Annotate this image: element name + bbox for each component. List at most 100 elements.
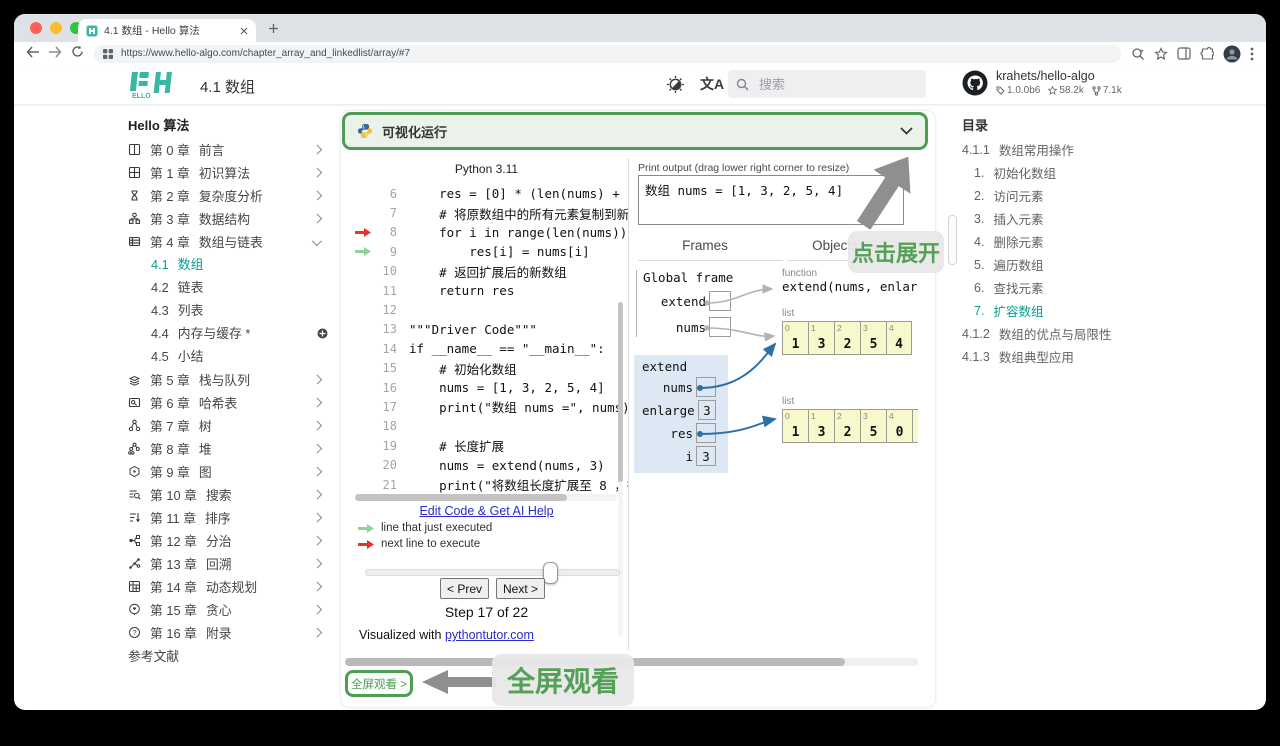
sidebar-item-ch12[interactable]: 第 12 章分治 bbox=[128, 529, 328, 552]
array-table-icon bbox=[128, 234, 143, 249]
sidebar-item-ch6[interactable]: 第 6 章哈希表 bbox=[128, 391, 328, 414]
toc-item-4-1-3[interactable]: 4.1.3 数组典型应用 bbox=[962, 345, 1192, 368]
chevron-down-icon[interactable] bbox=[900, 127, 913, 135]
lens-search-icon[interactable] bbox=[1131, 47, 1145, 61]
site-info-icon[interactable] bbox=[102, 48, 114, 60]
github-icon bbox=[962, 70, 988, 95]
toc-item-4-1-2[interactable]: 4.1.2 数组的优点与局限性 bbox=[962, 322, 1192, 345]
tab-close-icon[interactable] bbox=[240, 27, 248, 35]
sidebar-title: Hello 算法 bbox=[128, 118, 190, 133]
address-bar[interactable]: https://www.hello-algo.com/chapter_array… bbox=[94, 44, 1121, 63]
sidebar-item-ch15[interactable]: 第 15 章贪心 bbox=[128, 598, 328, 621]
theme-toggle-icon[interactable] bbox=[666, 75, 685, 94]
fullscreen-button[interactable]: 全屏观看 > bbox=[345, 670, 413, 697]
sidebar-item-ch3[interactable]: 第 3 章数据结构 bbox=[128, 207, 328, 230]
github-repo-link[interactable]: krahets/hello-algo 1.0.0b6 58.2k 7.1k bbox=[962, 69, 1122, 96]
code-horizontal-scrollbar[interactable] bbox=[355, 494, 617, 501]
column-divider bbox=[628, 158, 629, 650]
search-box[interactable] bbox=[728, 70, 926, 98]
list-cell: 40 bbox=[886, 409, 912, 443]
code-vertical-scrollbar[interactable] bbox=[618, 302, 623, 637]
browser-tab[interactable]: 4.1 数组 - Hello 算法 bbox=[78, 19, 256, 42]
forward-icon[interactable] bbox=[44, 45, 66, 63]
url-text: https://www.hello-algo.com/chapter_array… bbox=[121, 48, 411, 59]
sidebar-item-references[interactable]: 参考文献 bbox=[128, 644, 328, 667]
back-icon[interactable] bbox=[22, 45, 44, 63]
sidebar-item-ch4[interactable]: 第 4 章数组与链表 bbox=[128, 230, 328, 253]
sidebar-item-4-2[interactable]: 4.2 链表 bbox=[128, 276, 328, 299]
sidebar-item-ch0[interactable]: 第 0 章前言 bbox=[128, 138, 328, 161]
paid-badge-icon bbox=[317, 328, 328, 339]
sidebar-item-ch10[interactable]: 第 10 章搜索 bbox=[128, 483, 328, 506]
pythontutor-link[interactable]: pythontutor.com bbox=[445, 628, 534, 642]
toc-item-3[interactable]: 3. 插入元素 bbox=[962, 207, 1192, 230]
translate-icon[interactable]: 文A bbox=[700, 74, 724, 94]
sidebar-item-ch1[interactable]: 第 1 章初识算法 bbox=[128, 161, 328, 184]
sidebar-item-ch13[interactable]: 第 13 章回溯 bbox=[128, 552, 328, 575]
next-button[interactable]: Next > bbox=[496, 578, 545, 599]
code-line: 15 # 初始化数组 bbox=[382, 361, 517, 377]
chapter-sidebar: Hello 算法 第 0 章前言 第 1 章初识算法 第 2 章复杂度分析 第 … bbox=[128, 114, 328, 667]
hello-algo-logo[interactable]: ELLO bbox=[128, 71, 176, 99]
toc-item-6[interactable]: 6. 查找元素 bbox=[962, 276, 1192, 299]
backtrack-icon bbox=[128, 556, 143, 571]
bookmark-star-icon[interactable] bbox=[1154, 46, 1168, 61]
content-scrollbar-thumb[interactable] bbox=[948, 215, 957, 265]
toc-item-1[interactable]: 1. 初始化数组 bbox=[962, 161, 1192, 184]
search-input[interactable] bbox=[757, 75, 901, 93]
code-line: 19 # 长度扩展 bbox=[382, 438, 505, 455]
sidebar-item-4-3[interactable]: 4.3 列表 bbox=[128, 299, 328, 322]
dp-grid-icon bbox=[128, 579, 143, 594]
frame-var: res bbox=[642, 423, 716, 443]
ref-box bbox=[696, 377, 716, 397]
toc-item-4[interactable]: 4. 删除元素 bbox=[962, 230, 1192, 253]
extensions-puzzle-icon[interactable] bbox=[1200, 46, 1214, 61]
question-circle-icon: ? bbox=[128, 625, 143, 640]
sidebar-item-ch11[interactable]: 第 11 章排序 bbox=[128, 506, 328, 529]
minimize-window-button[interactable] bbox=[50, 22, 62, 34]
heap-icon bbox=[128, 441, 143, 456]
slider-thumb[interactable] bbox=[543, 562, 558, 584]
repo-name: krahets/hello-algo bbox=[996, 69, 1095, 83]
list-object-res: list 01 13 22 35 40 bbox=[782, 396, 918, 443]
sidebar-item-ch7[interactable]: 第 7 章树 bbox=[128, 414, 328, 437]
prev-button[interactable]: < Prev bbox=[440, 578, 489, 599]
list-cell: 22 bbox=[834, 321, 860, 355]
sidebar-item-ch16[interactable]: ? 第 16 章附录 bbox=[128, 621, 328, 644]
list-cell: 22 bbox=[834, 409, 860, 443]
legend-just-executed: line that just executed bbox=[357, 522, 492, 534]
toc-item-5[interactable]: 5. 遍历数组 bbox=[962, 253, 1192, 276]
toc-item-2[interactable]: 2. 访问元素 bbox=[962, 184, 1192, 207]
data-structure-icon bbox=[128, 211, 143, 226]
global-frame-title: Global frame bbox=[643, 270, 734, 285]
fullscreen-annotation: 全屏观看 bbox=[492, 654, 634, 706]
edit-code-link[interactable]: Edit Code & Get AI Help bbox=[345, 504, 628, 518]
browser-toolbar: https://www.hello-algo.com/chapter_array… bbox=[14, 42, 1266, 66]
list-cell: 13 bbox=[808, 409, 834, 443]
just-executed-arrow-icon bbox=[355, 247, 373, 257]
viz-panel-header[interactable]: 可视化运行 bbox=[342, 112, 928, 150]
ref-box bbox=[709, 317, 731, 337]
close-window-button[interactable] bbox=[30, 22, 42, 34]
sidebar-item-ch5[interactable]: 第 5 章栈与队列 bbox=[128, 368, 328, 391]
toc-item-4-1-1[interactable]: 4.1.1 数组常用操作 bbox=[962, 138, 1192, 161]
toc-item-7-active[interactable]: 7. 扩容数组 bbox=[962, 299, 1192, 322]
side-panel-icon[interactable] bbox=[1177, 47, 1191, 60]
sidebar-item-ch9[interactable]: 第 9 章图 bbox=[128, 460, 328, 483]
sidebar-item-4-1[interactable]: 4.1 数组 bbox=[128, 253, 328, 276]
code-line: 16 nums = [1, 3, 2, 5, 4] bbox=[382, 380, 605, 396]
sidebar-item-4-4[interactable]: 4.4 内存与缓存 * bbox=[128, 322, 328, 345]
step-slider[interactable] bbox=[365, 562, 620, 584]
browser-menu-icon[interactable] bbox=[1250, 47, 1254, 61]
code-line: 7 # 将原数组中的所有元素复制到新数组 bbox=[389, 206, 628, 222]
code-listing: 6 res = [0] * (len(nums) + enlarge) 7 # … bbox=[355, 184, 628, 494]
refresh-icon[interactable] bbox=[66, 45, 88, 63]
sidebar-item-ch2[interactable]: 第 2 章复杂度分析 bbox=[128, 184, 328, 207]
sidebar-item-4-5[interactable]: 4.5 小结 bbox=[128, 345, 328, 368]
profile-avatar[interactable] bbox=[1223, 45, 1241, 63]
sidebar-item-ch8[interactable]: 第 8 章堆 bbox=[128, 437, 328, 460]
frame-var: nums bbox=[642, 377, 716, 397]
list-cell: 35 bbox=[860, 409, 886, 443]
sidebar-item-ch14[interactable]: 第 14 章动态规划 bbox=[128, 575, 328, 598]
new-tab-button[interactable] bbox=[268, 23, 279, 34]
